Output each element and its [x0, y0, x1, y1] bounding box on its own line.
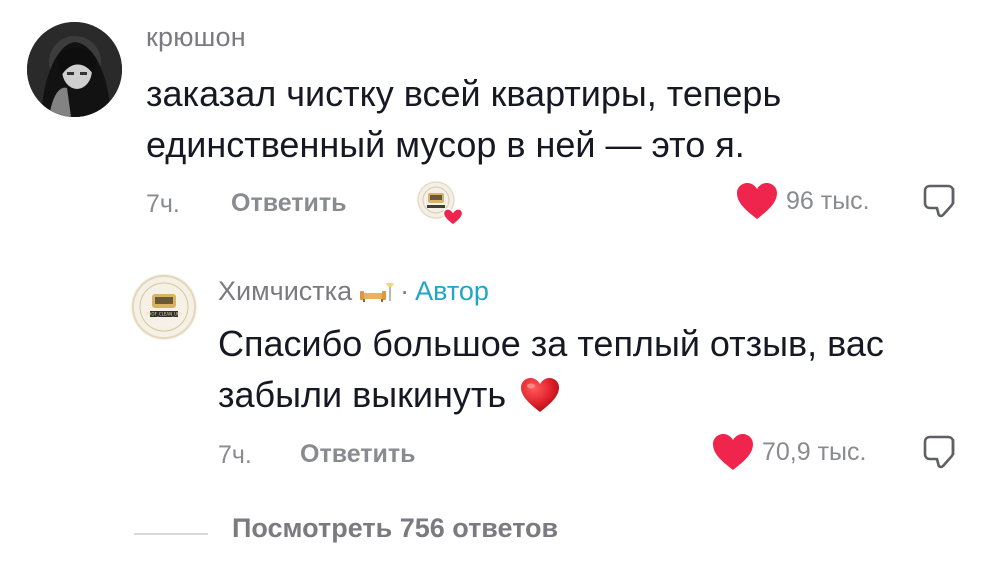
- reply-separator: ·: [400, 276, 410, 306]
- sofa-icon: [360, 282, 395, 302]
- brand-avatar[interactable]: PROF_CLEAN_UFA: [131, 274, 197, 340]
- reply-like-button[interactable]: 70,9 тыс.: [712, 433, 866, 471]
- brand-logo-text: PROF_CLEAN_UFA: [146, 312, 182, 317]
- replies-divider: [134, 533, 208, 535]
- heart-icon: [713, 434, 753, 470]
- reply-header: Химчистка · Автор: [218, 276, 489, 307]
- heart-icon: [737, 183, 777, 219]
- reply-text: Спасибо большое за теплый отзыв, вас заб…: [218, 318, 938, 420]
- reply-username[interactable]: Химчистка: [218, 276, 352, 307]
- comment-like-button[interactable]: 96 тыс.: [736, 182, 870, 220]
- reply-reply-button[interactable]: Ответить: [300, 440, 416, 469]
- comment-text: заказал чистку всей квартиры, теперь еди…: [146, 73, 782, 165]
- thumb-down-icon[interactable]: [922, 433, 960, 471]
- comment-like-count: 96 тыс.: [786, 186, 870, 215]
- comment-time: 7ч.: [146, 190, 180, 218]
- brand-logo-icon: PROF_CLEAN_UFA: [132, 275, 196, 339]
- reply-like-count: 70,9 тыс.: [762, 437, 867, 466]
- user-avatar[interactable]: [27, 22, 122, 117]
- reply-time: 7ч.: [218, 441, 252, 469]
- view-replies-button[interactable]: Посмотреть 756 ответов: [232, 513, 558, 544]
- comment-reply-button[interactable]: Ответить: [231, 189, 347, 218]
- red-heart-emoji-icon: [521, 378, 560, 412]
- author-badge: Автор: [415, 276, 489, 306]
- thumb-down-icon[interactable]: [922, 182, 960, 220]
- creator-liked-badge-icon: [416, 180, 464, 228]
- comment-username[interactable]: крюшон: [146, 22, 246, 53]
- avatar-image: [27, 22, 122, 117]
